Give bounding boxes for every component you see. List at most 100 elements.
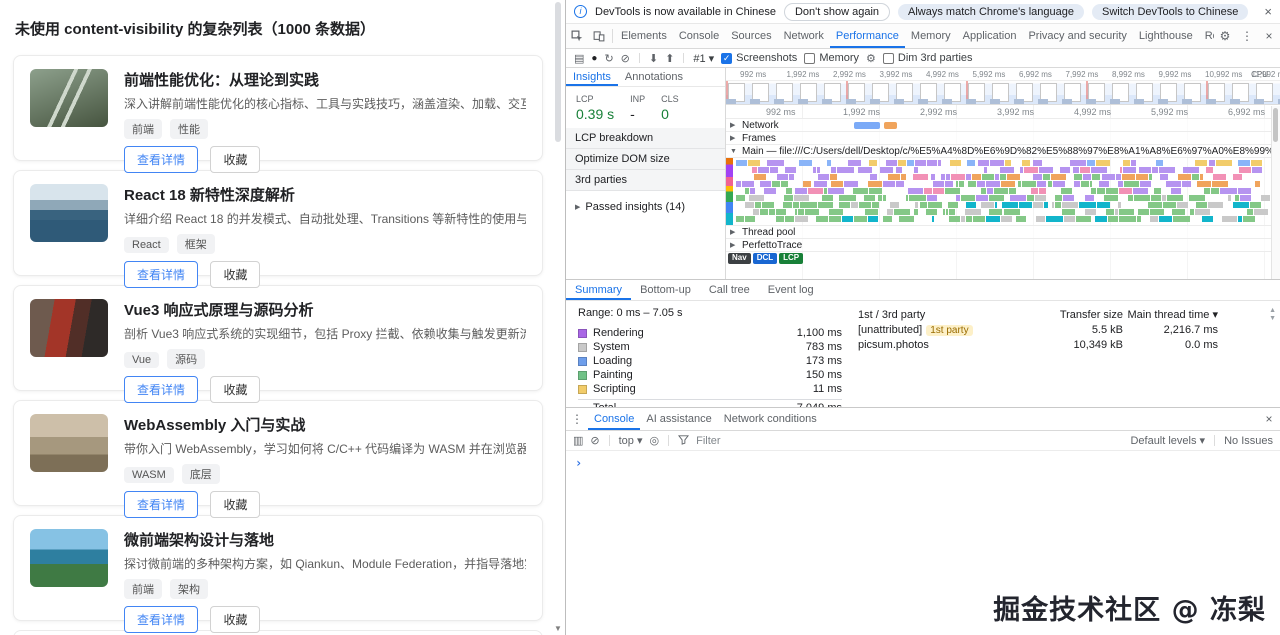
flame-bar[interactable] xyxy=(1215,160,1232,166)
switch-to-chinese-button[interactable]: Switch DevTools to Chinese xyxy=(1092,3,1249,20)
filmstrip-thumbnail[interactable] xyxy=(800,83,817,102)
flame-bar[interactable] xyxy=(1022,181,1037,187)
flame-bar[interactable] xyxy=(1033,160,1043,166)
history-selector[interactable]: #1 ▾ xyxy=(693,52,714,65)
flame-bar[interactable] xyxy=(742,181,755,187)
legend-row[interactable]: Rendering 1,100 ms xyxy=(578,326,842,340)
flame-bar[interactable] xyxy=(1208,160,1215,166)
flame-bar[interactable] xyxy=(915,160,926,166)
flame-bar[interactable] xyxy=(1108,216,1119,222)
flame-bar[interactable] xyxy=(1119,188,1133,194)
filmstrip-thumbnail[interactable] xyxy=(944,83,961,102)
flame-bar[interactable] xyxy=(961,195,975,201)
filmstrip-thumbnail[interactable] xyxy=(1088,83,1105,102)
flame-bar[interactable] xyxy=(886,160,897,166)
flame-bar[interactable] xyxy=(986,181,1000,187)
load-profile-icon[interactable]: ⬆ xyxy=(665,52,674,65)
save-profile-icon[interactable]: ⬇ xyxy=(649,52,658,65)
filmstrip-thumbnail[interactable] xyxy=(848,83,865,102)
scrollbar-thumb[interactable] xyxy=(1273,108,1278,142)
flame-bar[interactable] xyxy=(889,202,899,208)
flame-bar[interactable] xyxy=(1190,209,1194,215)
flame-bar[interactable] xyxy=(817,174,829,180)
party-row[interactable]: [unattributed] 1st party 5.5 kB 2,216.7 ms xyxy=(858,322,1218,337)
flame-bar[interactable] xyxy=(920,202,928,208)
flame-bar[interactable] xyxy=(965,174,971,180)
flame-bar[interactable] xyxy=(947,202,958,208)
flame-bar[interactable] xyxy=(1007,174,1020,180)
flame-bar[interactable] xyxy=(767,160,784,166)
console-sidebar-icon[interactable]: ▥ xyxy=(573,434,583,447)
flame-bar[interactable] xyxy=(1034,195,1046,201)
flame-bar[interactable] xyxy=(867,216,878,222)
settings-gear-icon[interactable]: ⚙ xyxy=(1214,24,1236,48)
track-perfetto[interactable]: ▶ PerfettoTrace xyxy=(726,239,1280,252)
flame-bar[interactable] xyxy=(1154,188,1162,194)
flame-bar[interactable] xyxy=(1096,202,1110,208)
drawer-close-icon[interactable]: × xyxy=(1258,408,1280,430)
flame-bar[interactable] xyxy=(870,174,877,180)
flame-bar[interactable] xyxy=(1122,160,1130,166)
flame-bar[interactable] xyxy=(946,209,949,215)
flame-bar[interactable] xyxy=(1130,160,1136,166)
flame-bar[interactable] xyxy=(868,188,883,194)
memory-checkbox[interactable]: Memory xyxy=(804,52,859,64)
filmstrip-thumbnail[interactable] xyxy=(1064,83,1081,102)
flame-bar[interactable] xyxy=(837,167,855,173)
flame-bar[interactable] xyxy=(1044,202,1048,208)
flame-bar[interactable] xyxy=(1149,209,1164,215)
insights-tab-insights[interactable]: Insights xyxy=(566,68,618,86)
flame-bar[interactable] xyxy=(1166,181,1182,187)
screenshots-checkbox[interactable]: ✓ Screenshots xyxy=(721,52,797,64)
flame-bar[interactable] xyxy=(1118,181,1123,187)
flame-bar[interactable] xyxy=(1084,209,1096,215)
tab-lighthouse[interactable]: Lighthouse xyxy=(1133,24,1199,48)
flame-bar[interactable] xyxy=(1140,181,1152,187)
flame-bar[interactable] xyxy=(1038,167,1054,173)
flame-bar[interactable] xyxy=(1080,167,1091,173)
flame-bar[interactable] xyxy=(824,188,828,194)
flame-bar[interactable] xyxy=(1171,188,1182,194)
flame-bar[interactable] xyxy=(1196,202,1208,208)
tab-performance[interactable]: Performance xyxy=(830,24,905,48)
flame-bar[interactable] xyxy=(1089,181,1093,187)
flame-bar[interactable] xyxy=(989,209,1003,215)
flame-bar[interactable] xyxy=(1135,174,1148,180)
flame-bar[interactable] xyxy=(1210,188,1220,194)
flame-bar[interactable] xyxy=(736,195,745,201)
flame-bar[interactable] xyxy=(776,174,789,180)
flame-bar[interactable] xyxy=(1047,181,1053,187)
flame-bar[interactable] xyxy=(1119,209,1134,215)
console-messages[interactable]: › 掘金技术社区 @ 冻梨 xyxy=(566,451,1280,635)
insight-item[interactable]: LCP breakdown xyxy=(566,128,725,149)
flame-bar[interactable] xyxy=(1102,174,1116,180)
flame-bar[interactable] xyxy=(1232,202,1249,208)
flame-bar[interactable] xyxy=(868,160,877,166)
track-network[interactable]: ▶ Network xyxy=(726,119,1280,132)
details-tab-call-tree[interactable]: Call tree xyxy=(700,280,759,300)
flame-bar[interactable] xyxy=(926,160,937,166)
flame-bar[interactable] xyxy=(1021,160,1031,166)
tab-memory[interactable]: Memory xyxy=(905,24,957,48)
filmstrip-thumbnail[interactable] xyxy=(872,83,889,102)
flame-bar[interactable] xyxy=(1087,160,1096,166)
flame-bar[interactable] xyxy=(986,216,1001,222)
toggle-sidebar-icon[interactable]: ▤ xyxy=(574,52,584,65)
details-tab-bottom-up[interactable]: Bottom-up xyxy=(631,280,700,300)
flame-bar[interactable] xyxy=(880,167,894,173)
party-row[interactable]: picsum.photos 10,349 kB 0.0 ms xyxy=(858,337,1218,352)
flame-bar[interactable] xyxy=(994,174,999,180)
column-transfer-size[interactable]: Transfer size xyxy=(1028,309,1123,321)
flame-bar[interactable] xyxy=(944,188,960,194)
flame-bar[interactable] xyxy=(828,188,844,194)
flame-bar[interactable] xyxy=(887,174,901,180)
flame-bar[interactable] xyxy=(956,195,961,201)
flame-bar[interactable] xyxy=(978,160,990,166)
reload-and-record-icon[interactable]: ↻ xyxy=(604,52,613,65)
flame-bar[interactable] xyxy=(1032,202,1044,208)
flame-bar[interactable] xyxy=(1054,195,1063,201)
column-main-thread-time[interactable]: Main thread time ▾ xyxy=(1123,308,1218,321)
flame-bar[interactable] xyxy=(829,216,841,222)
flame-bar[interactable] xyxy=(1104,195,1119,201)
flame-bar[interactable] xyxy=(1203,188,1210,194)
